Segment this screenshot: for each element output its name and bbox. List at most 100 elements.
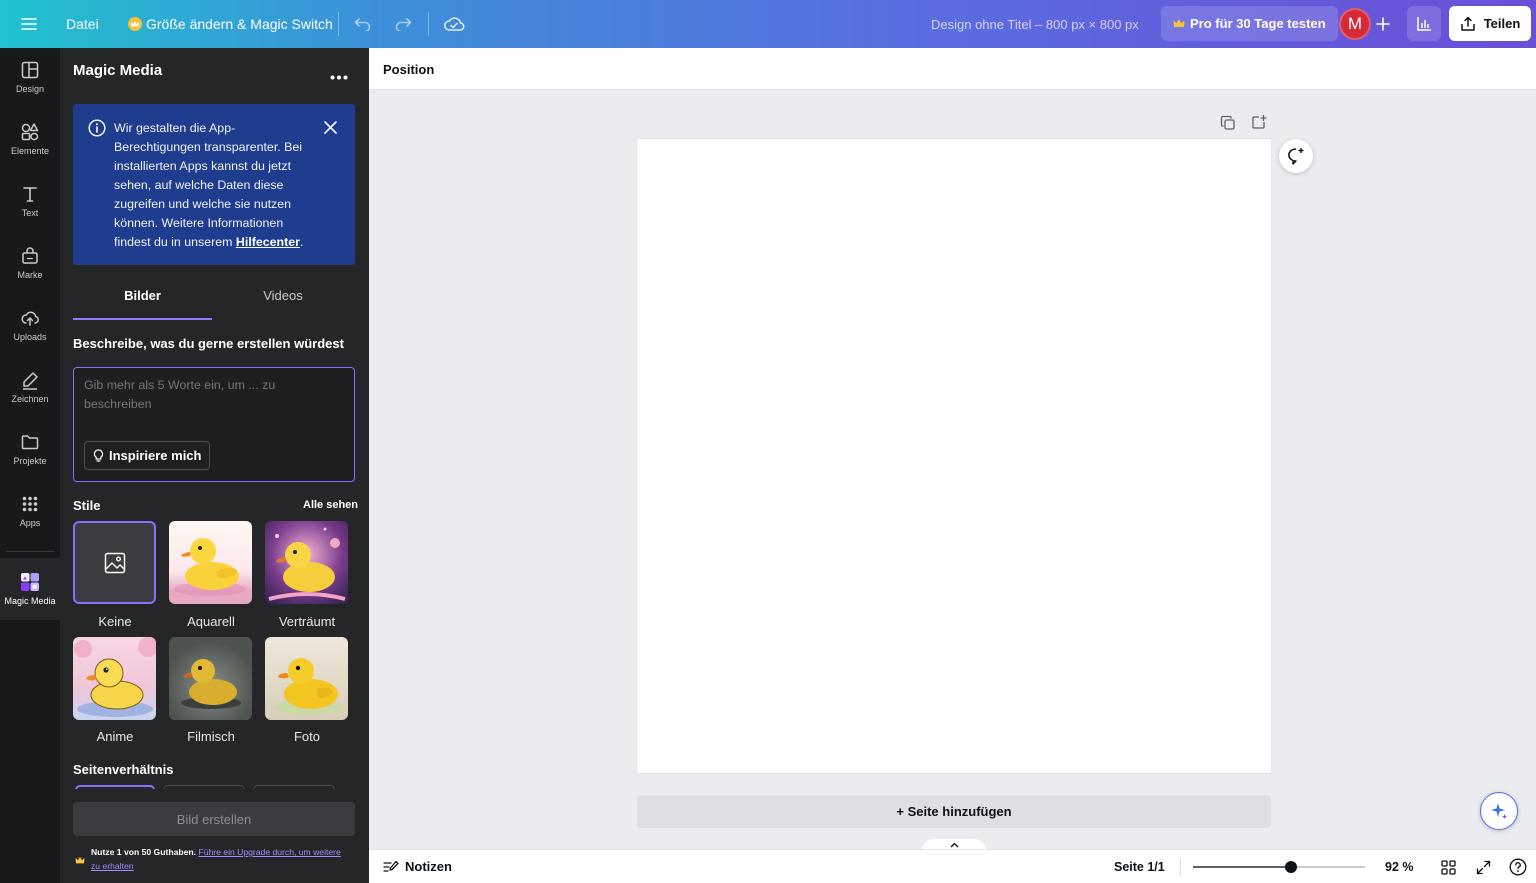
draw-icon [23, 372, 38, 390]
pro-trial-button[interactable]: Pro für 30 Tage testen [1161, 6, 1338, 41]
file-menu-button[interactable]: Datei [66, 0, 99, 48]
notice-text: Wir gestalten die App-Berechtigungen tra… [114, 119, 319, 252]
notes-button[interactable]: Notizen [383, 859, 452, 874]
aspect-option[interactable] [163, 785, 245, 789]
create-image-label: Bild erstellen [176, 811, 252, 827]
duck-dreamy-image [268, 527, 346, 601]
context-toolbar: Position [369, 48, 1536, 90]
style-card-none[interactable] [73, 521, 156, 604]
image-placeholder-icon [104, 552, 125, 573]
rail-label: Design [15, 84, 44, 94]
aspect-option-selected[interactable] [75, 785, 155, 789]
style-label-none: Keine [98, 614, 132, 629]
undo-icon[interactable] [354, 0, 372, 48]
notice-body: Wir gestalten die App-Berechtigungen tra… [114, 121, 303, 249]
active-tab-indicator [73, 318, 212, 320]
style-card-photo[interactable] [265, 637, 348, 720]
tab-videos[interactable]: Videos [213, 288, 353, 303]
crown-icon [128, 17, 142, 31]
rail-item-projects[interactable]: Projekte [0, 420, 60, 478]
rail-label: Projekte [13, 456, 47, 466]
rail-label: Uploads [13, 332, 47, 342]
duplicate-page-icon[interactable] [1220, 115, 1236, 136]
position-button[interactable]: Position [383, 62, 434, 77]
style-label-cinematic: Filmisch [187, 729, 235, 744]
see-all-link[interactable]: Alle sehen [303, 499, 358, 511]
tab-images[interactable]: Bilder [73, 288, 212, 303]
more-options-icon[interactable] [330, 67, 348, 85]
insights-icon[interactable] [1407, 6, 1441, 41]
close-icon[interactable] [324, 121, 337, 139]
duck-watercolor-image [174, 538, 246, 596]
add-collaborator-icon[interactable] [1376, 0, 1390, 48]
zoom-level[interactable]: 92 % [1385, 860, 1414, 874]
help-center-link[interactable]: Hilfecenter [236, 235, 300, 249]
duck-anime-image [74, 637, 156, 717]
cloud-upload-icon [21, 311, 39, 326]
rail-label: Marke [17, 270, 43, 280]
zoom-slider-thumb[interactable] [1285, 861, 1298, 873]
share-button[interactable]: Teilen [1449, 6, 1531, 41]
layout-icon [21, 61, 39, 79]
redo-icon[interactable] [394, 0, 412, 48]
avatar[interactable]: M [1339, 8, 1371, 40]
design-title[interactable]: Design ohne Titel – 800 px × 800 px [931, 0, 1139, 48]
inspire-button[interactable]: Inspiriere mich [84, 441, 211, 470]
share-label: Teilen [1483, 16, 1521, 31]
shapes-icon [21, 123, 39, 141]
style-label-photo: Foto [293, 729, 320, 744]
top-bar: Datei Größe ändern & Magic Switch Design… [0, 0, 1536, 48]
style-card-dreamy[interactable] [265, 521, 348, 604]
add-comment-icon[interactable] [1279, 139, 1313, 173]
menu-icon[interactable] [18, 0, 40, 48]
rail-item-uploads[interactable]: Uploads [0, 296, 60, 354]
rail-item-elements[interactable]: Elemente [0, 110, 60, 168]
chevron-up-icon [950, 842, 958, 848]
rail-item-design[interactable]: Design [0, 48, 60, 106]
design-title-text: Design ohne Titel – 800 px × 800 px [931, 16, 1139, 32]
rail-item-text[interactable]: Text [0, 172, 60, 230]
style-card-anime[interactable] [73, 637, 156, 720]
file-menu-label: Datei [66, 16, 99, 32]
page-indicator[interactable]: Seite 1/1 [1114, 860, 1165, 874]
divider [1180, 858, 1181, 876]
aspect-option[interactable] [253, 785, 335, 789]
prompt-box: Inspiriere mich [73, 367, 355, 482]
info-notice: Wir gestalten die App-Berechtigungen tra… [73, 104, 355, 265]
add-page-button[interactable]: + Seite hinzufügen [637, 795, 1271, 828]
cloud-saved-icon[interactable] [443, 0, 465, 48]
crown-icon [75, 852, 85, 870]
folder-icon [21, 435, 39, 450]
pro-trial-label: Pro für 30 Tage testen [1190, 16, 1326, 31]
crown-icon [1173, 19, 1185, 27]
style-card-watercolor[interactable] [169, 521, 252, 604]
divider [428, 12, 429, 36]
style-card-cinematic[interactable] [169, 637, 252, 720]
side-rail: Design Elemente Text Marke Uploads Zeich… [0, 48, 60, 883]
panel-title: Magic Media [73, 62, 163, 79]
zoom-slider-track[interactable] [1193, 861, 1365, 873]
notice-suffix: . [299, 235, 304, 249]
rail-label: Zeichnen [11, 394, 49, 404]
credits-text: Nutze 1 von 50 Guthaben. [91, 847, 197, 857]
credits-note: Nutze 1 von 50 Guthaben. Führe ein Upgra… [91, 845, 346, 873]
info-icon [88, 119, 106, 142]
help-icon[interactable] [1509, 858, 1527, 881]
rail-item-brand[interactable]: Marke [0, 234, 60, 292]
design-page[interactable] [637, 139, 1271, 773]
rail-item-magic-media[interactable]: Magic Media [0, 558, 60, 620]
resize-button[interactable]: Größe ändern & Magic Switch [128, 0, 333, 48]
prompt-label: Beschreibe, was du gerne erstellen würde… [73, 336, 344, 351]
fullscreen-icon[interactable] [1476, 860, 1491, 880]
duck-cinematic-image [181, 659, 241, 709]
magic-media-icon [21, 573, 39, 591]
prompt-textarea[interactable] [84, 376, 284, 420]
grid-view-icon[interactable] [1441, 860, 1456, 880]
magic-assistant-icon[interactable] [1480, 792, 1518, 830]
rail-label: Text [21, 208, 39, 218]
rail-item-apps[interactable]: Apps [0, 482, 60, 540]
magic-media-panel: Magic Media Wir gestalten die App-Berech… [60, 48, 380, 883]
add-page-icon[interactable] [1251, 114, 1267, 135]
create-image-button[interactable]: Bild erstellen [73, 802, 355, 836]
rail-item-draw[interactable]: Zeichnen [0, 358, 60, 416]
